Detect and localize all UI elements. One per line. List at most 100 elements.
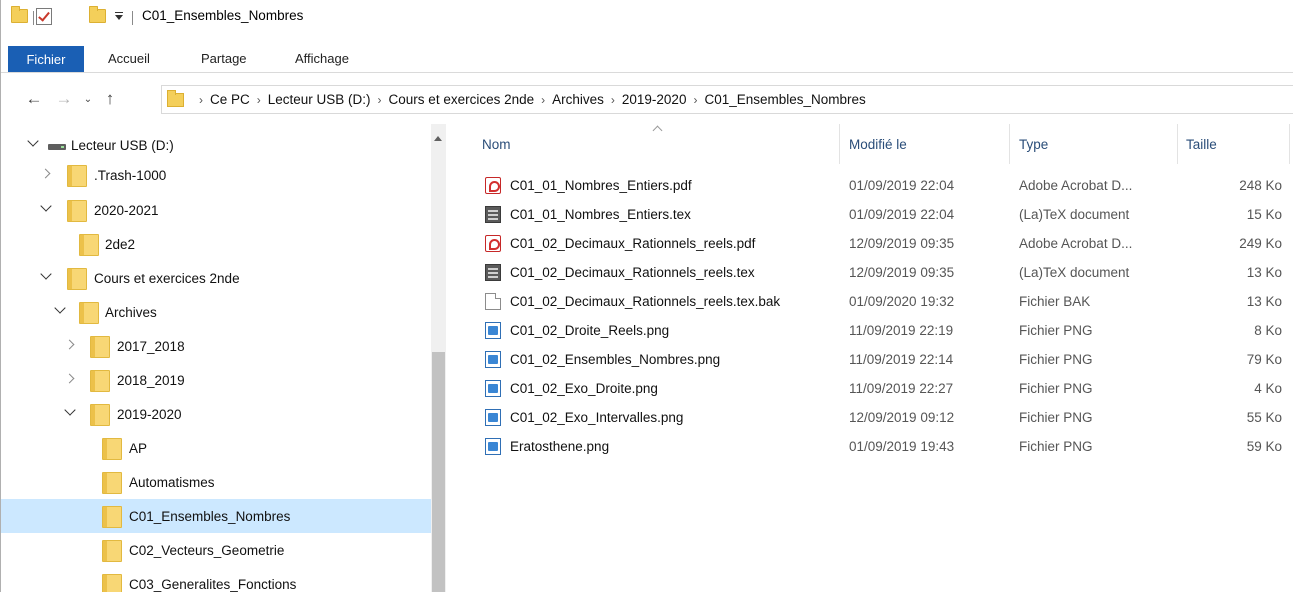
chevron-right-icon[interactable]: › <box>257 93 261 107</box>
tree-item-label: Cours et exercices 2nde <box>94 271 240 286</box>
tree-item-2019-2020[interactable]: 2019-2020 <box>1 397 431 431</box>
column-header-type[interactable]: Type <box>1019 137 1048 152</box>
column-header-modified[interactable]: Modifié le <box>849 137 907 152</box>
explorer-window: C01_Ensembles_Nombres Fichier Accueil Pa… <box>0 0 1293 592</box>
chevron-right-icon[interactable] <box>39 167 53 181</box>
column-divider[interactable] <box>1009 124 1010 164</box>
column-divider[interactable] <box>1177 124 1178 164</box>
breadcrumb-2019-2020[interactable]: 2019-2020 <box>622 92 687 107</box>
forward-arrow-icon[interactable]: → <box>53 88 75 110</box>
tree-item-c02-vecteurs[interactable]: C02_Vecteurs_Geometrie <box>1 533 431 567</box>
file-modified: 11/09/2019 22:27 <box>849 381 954 396</box>
file-row[interactable]: C01_02_Exo_Droite.png 11/09/2019 22:27 F… <box>446 374 1293 403</box>
file-name: C01_02_Ensembles_Nombres.png <box>510 352 721 367</box>
tree-item-cours[interactable]: Cours et exercices 2nde <box>1 261 431 295</box>
chevron-right-icon[interactable] <box>63 372 77 386</box>
file-row[interactable]: C01_02_Decimaux_Rationnels_reels.tex 12/… <box>446 258 1293 287</box>
tree-item-c01-ensembles-nombres[interactable]: C01_Ensembles_Nombres <box>1 499 431 533</box>
address-bar[interactable]: › Ce PC › Lecteur USB (D:) › Cours et ex… <box>161 85 1293 114</box>
breadcrumb-archives[interactable]: Archives <box>552 92 604 107</box>
tab-home[interactable]: Accueil <box>108 51 150 66</box>
tree-item-2018-2019[interactable]: 2018_2019 <box>1 363 431 397</box>
file-size: 248 Ko <box>1239 178 1282 193</box>
file-row[interactable]: C01_02_Decimaux_Rationnels_reels.pdf 12/… <box>446 229 1293 258</box>
up-arrow-icon[interactable]: ↑ <box>99 88 121 110</box>
png-icon <box>485 438 501 455</box>
tree-item-label: Archives <box>105 305 157 320</box>
title-bar: C01_Ensembles_Nombres <box>1 0 1293 44</box>
recent-locations-chevron-icon[interactable]: ⌄ <box>77 88 99 110</box>
file-row[interactable]: C01_01_Nombres_Entiers.tex 01/09/2019 22… <box>446 200 1293 229</box>
file-name: C01_02_Exo_Intervalles.png <box>510 410 684 425</box>
chevron-down-icon[interactable] <box>26 137 40 151</box>
chevron-right-icon[interactable]: › <box>378 93 382 107</box>
tree-item-c03-fonctions[interactable]: C03_Generalites_Fonctions <box>1 567 431 592</box>
quick-access-dropdown-icon[interactable] <box>113 8 125 24</box>
tab-view[interactable]: Affichage <box>295 51 349 66</box>
tree-item-label: 2017_2018 <box>117 339 185 354</box>
tab-share[interactable]: Partage <box>201 51 247 66</box>
navigation-scrollbar[interactable] <box>431 124 446 592</box>
folder-icon <box>90 336 110 358</box>
file-size: 13 Ko <box>1246 294 1282 309</box>
chevron-down-icon[interactable] <box>39 202 53 216</box>
chevron-right-icon[interactable]: › <box>199 93 203 107</box>
chevron-right-icon[interactable]: › <box>693 93 697 107</box>
tree-item-2de2[interactable]: 2de2 <box>1 227 431 261</box>
column-divider[interactable] <box>839 124 840 164</box>
chevron-down-icon[interactable] <box>39 270 53 284</box>
scroll-up-arrow-icon[interactable] <box>434 136 442 141</box>
file-size: 15 Ko <box>1246 207 1282 222</box>
file-size: 59 Ko <box>1246 439 1282 454</box>
column-header-size[interactable]: Taille <box>1186 137 1217 152</box>
tree-item-archives[interactable]: Archives <box>1 295 431 329</box>
tree-item-label: 2020-2021 <box>94 203 159 218</box>
file-row[interactable]: C01_02_Ensembles_Nombres.png 11/09/2019 … <box>446 345 1293 374</box>
properties-checkmark-icon[interactable] <box>36 8 52 25</box>
file-name: C01_01_Nombres_Entiers.tex <box>510 207 691 222</box>
chevron-right-icon[interactable]: › <box>611 93 615 107</box>
pdf-icon <box>485 177 501 194</box>
tree-item-label: Automatismes <box>129 475 215 490</box>
tree-item-trash[interactable]: .Trash-1000 <box>1 158 431 192</box>
column-header-name[interactable]: Nom <box>482 137 511 152</box>
tree-item-automatismes[interactable]: Automatismes <box>1 465 431 499</box>
breadcrumb-usb-drive[interactable]: Lecteur USB (D:) <box>268 92 371 107</box>
file-row[interactable]: C01_02_Exo_Intervalles.png 12/09/2019 09… <box>446 403 1293 432</box>
tree-item-label: Lecteur USB (D:) <box>71 138 174 153</box>
png-icon <box>485 380 501 397</box>
column-divider[interactable] <box>1289 124 1290 164</box>
file-type: Fichier PNG <box>1019 323 1093 338</box>
tree-item-label: 2de2 <box>105 237 136 252</box>
chevron-right-icon[interactable]: › <box>541 93 545 107</box>
new-folder-icon[interactable] <box>89 6 106 23</box>
file-name: Eratosthene.png <box>510 439 610 454</box>
tree-item-label: AP <box>129 441 148 456</box>
chevron-down-icon[interactable] <box>53 304 67 318</box>
file-row[interactable]: C01_02_Decimaux_Rationnels_reels.tex.bak… <box>446 287 1293 316</box>
file-row[interactable]: C01_01_Nombres_Entiers.pdf 01/09/2019 22… <box>446 171 1293 200</box>
folder-icon <box>90 404 110 426</box>
folder-icon <box>67 165 87 187</box>
tree-item-2017-2018[interactable]: 2017_2018 <box>1 329 431 363</box>
breadcrumb-cours[interactable]: Cours et exercices 2nde <box>389 92 535 107</box>
tree-item-usb-drive[interactable]: Lecteur USB (D:) <box>1 128 431 162</box>
file-type: Fichier PNG <box>1019 352 1093 367</box>
folder-icon <box>102 472 122 494</box>
file-modified: 12/09/2019 09:35 <box>849 236 955 251</box>
file-row[interactable]: C01_02_Droite_Reels.png 11/09/2019 22:19… <box>446 316 1293 345</box>
breadcrumb-this-pc[interactable]: Ce PC <box>210 92 250 107</box>
tree-item-2020-2021[interactable]: 2020-2021 <box>1 193 431 227</box>
back-arrow-icon[interactable]: ← <box>23 88 45 110</box>
tree-item-ap[interactable]: AP <box>1 431 431 465</box>
separator <box>33 11 34 25</box>
file-row[interactable]: Eratosthene.png 01/09/2019 19:43 Fichier… <box>446 432 1293 461</box>
file-list: Nom Modifié le Type Taille C01_01_Nombre… <box>446 124 1293 592</box>
scrollbar-thumb[interactable] <box>432 352 445 592</box>
chevron-right-icon[interactable] <box>63 338 77 352</box>
separator <box>132 11 133 25</box>
chevron-down-icon[interactable] <box>63 406 77 420</box>
tab-file[interactable]: Fichier <box>8 46 84 72</box>
folder-icon <box>67 268 87 290</box>
breadcrumb-current-folder[interactable]: C01_Ensembles_Nombres <box>704 92 865 107</box>
